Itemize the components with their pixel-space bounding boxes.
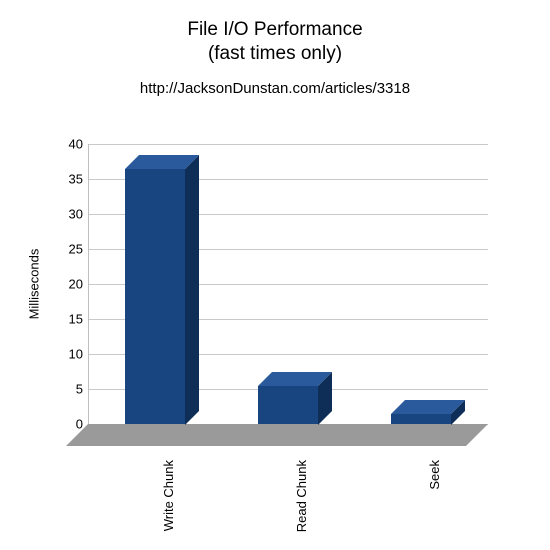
category-label: Read Chunk: [294, 460, 309, 532]
chart-container: File I/O Performance (fast times only) h…: [0, 0, 550, 550]
chart-subtitle: http://JacksonDunstan.com/articles/3318: [0, 80, 550, 97]
y-axis-label: Milliseconds: [27, 249, 42, 320]
y-tick-label: 5: [76, 382, 83, 397]
bars-group: [88, 144, 488, 424]
y-tick-label: 25: [69, 242, 83, 257]
category-label: Write Chunk: [161, 460, 176, 531]
bar-front: [258, 386, 318, 425]
y-tick-label: 15: [69, 312, 83, 327]
y-tick-label: 30: [69, 207, 83, 222]
bar-top: [125, 155, 199, 169]
y-tick-label: 20: [69, 277, 83, 292]
bar-front: [391, 414, 451, 425]
category-label: Seek: [427, 460, 442, 490]
bar: [258, 386, 318, 425]
chart-floor: [66, 424, 488, 446]
y-tick-label: 35: [69, 172, 83, 187]
y-tick-label: 10: [69, 347, 83, 362]
chart-title-line1: File I/O Performance: [0, 18, 550, 42]
chart-title-line2: (fast times only): [0, 42, 550, 66]
bar: [391, 414, 451, 425]
bar: [125, 169, 185, 425]
y-tick-label: 40: [69, 137, 83, 152]
bar-front: [125, 169, 185, 425]
chart-titles: File I/O Performance (fast times only) h…: [0, 18, 550, 97]
bar-side: [185, 155, 199, 425]
